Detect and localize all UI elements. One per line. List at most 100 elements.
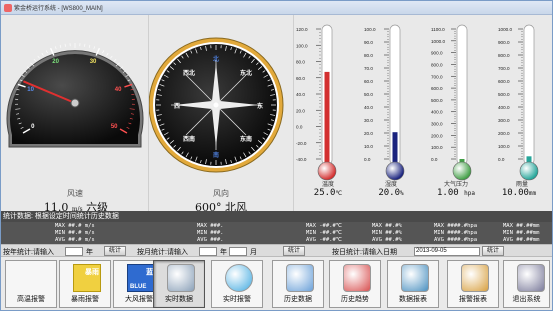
wind-speed-tick xyxy=(88,44,91,48)
rain-value: 10.00mm xyxy=(484,188,552,198)
year-input[interactable] xyxy=(65,247,83,256)
toolbar-button-2[interactable]: 暴雨暴雨报警 xyxy=(59,260,111,308)
toolbar-button-label: 实时数据 xyxy=(165,296,193,303)
stats-rain: MAX ##.##mm MIN ##.##mm AVG ##.##mm xyxy=(503,223,539,244)
stats-temp-avg: AVG -##.#℃ xyxy=(306,237,342,243)
pressure-tick-label: 300.0 xyxy=(431,122,443,127)
rain-label: 雨量 xyxy=(515,182,528,188)
wind-speed-tick xyxy=(110,55,113,59)
toolbar-button-8[interactable]: 数据报表 xyxy=(387,260,439,308)
humidity-thermometer: 100.0 90.0 80.0 70.0 60.0 50.0 40.0 30.0 20.0 10.… xyxy=(364,24,405,181)
stats-hum-avg: AVG ##.#% xyxy=(372,237,402,243)
humidity-tick-label: 60.0 xyxy=(364,79,373,84)
pressure-tick-label: 1100.0 xyxy=(431,27,445,32)
toolbar-button-7[interactable]: 历史趋势 xyxy=(329,260,381,308)
toolbar-button-9[interactable]: 报警报表 xyxy=(447,260,499,308)
stats-direction: MAX ###. MIN ###. AVG ###. xyxy=(197,223,224,244)
toolbar-button-4[interactable]: 实时数据 xyxy=(153,260,205,308)
stats-dir-avg: AVG ###. xyxy=(197,237,224,243)
stats-rain-max: MAX ##.##mm xyxy=(503,223,540,229)
month-year-input[interactable] xyxy=(199,247,217,256)
temperature-tick-label: 40.0 xyxy=(296,92,305,97)
function-toolbar: 高温报警 暴雨 暴雨报警蓝 BLUE 大风报警 实时数据 实时报警 历史数据 历史趋势 数据报表报… xyxy=(1,257,552,310)
stats-wind-avg: AVG ##.# m/s xyxy=(55,237,95,243)
stats-temperature: MAX -##.#℃ MIN -##.#℃ AVG -##.#℃ xyxy=(306,223,342,244)
compass-nw: 西北 xyxy=(183,69,195,77)
day-date-input[interactable]: 2013-09-05 xyxy=(414,247,480,256)
wind-speed-tick-label: 50 xyxy=(111,124,118,130)
temperature-tick-label: -40.0 xyxy=(296,157,307,162)
wind-speed-tick xyxy=(45,50,48,54)
stats-press-min: MIN ####.#hpa xyxy=(434,230,478,236)
rain-tick-label: 800.0 xyxy=(498,53,510,58)
high-temp-alarm-icon xyxy=(19,264,47,292)
wind-speed-tick xyxy=(102,50,105,54)
temperature-tick-label: -20.0 xyxy=(296,141,307,146)
year-suffix: 年 xyxy=(86,249,93,256)
stats-header: 统计数据: 根据设定时间统计历史数据 xyxy=(1,211,552,222)
month-stats-button[interactable]: 统计 xyxy=(283,246,305,256)
rainstorm-badge-text: 暴雨 xyxy=(85,269,99,276)
toolbar-button-6[interactable]: 历史数据 xyxy=(272,260,324,308)
main-window: 紫金桥运行系统 - [WS800_MAIN] 0 10 20 30 40 50 风速 xyxy=(0,0,553,311)
title-bar: 紫金桥运行系统 - [WS800_MAIN] xyxy=(1,1,552,15)
wind-speed-tick xyxy=(54,46,57,50)
stats-rain-avg: AVG ##.##mm xyxy=(503,237,540,243)
wind-speed-panel: 0 10 20 30 40 50 风速 11.0 m/s 六级 xyxy=(1,15,149,214)
rain-tick-label: 500.0 xyxy=(498,92,510,97)
rain-tick-label: 400.0 xyxy=(498,105,510,110)
toolbar-button-10[interactable]: 退出系统 xyxy=(503,260,550,308)
stats-wind: MAX ##.# m/s MIN ##.# m/s AVG ##.# m/s xyxy=(55,223,95,244)
toolbar-button-1[interactable]: 高温报警 xyxy=(5,260,57,308)
temperature-number: 25.0 xyxy=(313,188,336,198)
history-trend-icon xyxy=(343,264,371,292)
humidity-tick-label: 70.0 xyxy=(364,66,373,71)
humidity-tick-label: 20.0 xyxy=(364,131,373,136)
compass-n: 北 xyxy=(213,55,219,63)
rain-number: 10.00 xyxy=(501,188,529,198)
rain-tick-label: 900.0 xyxy=(498,40,510,45)
humidity-tick-label: 90.0 xyxy=(364,40,373,45)
day-stats-button[interactable]: 统计 xyxy=(482,246,504,256)
pressure-bulb xyxy=(452,161,472,181)
history-data-icon xyxy=(286,264,314,292)
stats-press-max: MAX ####.#hpa xyxy=(434,223,478,229)
rain-tick-label: 600.0 xyxy=(498,79,510,84)
humidity-tick-label: 30.0 xyxy=(364,118,373,123)
wind-direction-panel: 北 南 东 西 东北 西北 东南 西南 风向 600° 北风 xyxy=(149,15,294,214)
toolbar-button-label: 暴雨报警 xyxy=(71,296,99,303)
compass-e: 东 xyxy=(257,102,263,110)
pressure-label: 大气压力 xyxy=(443,182,468,188)
pressure-tick-label: 500.0 xyxy=(431,98,443,103)
realtime-alarm-icon xyxy=(225,264,253,292)
humidity-unit: % xyxy=(400,190,404,197)
pressure-thermometer: 1100.0 1000.0 900.0 800.0 700.0 600.0 500.0 400… xyxy=(431,24,472,181)
rain-tick-label: 200.0 xyxy=(498,131,510,136)
toolbar-button-label: 历史趋势 xyxy=(341,296,369,303)
compass-ne: 东北 xyxy=(240,69,252,77)
month-input[interactable] xyxy=(229,247,247,256)
compass: 北 南 东 西 东北 西北 东南 西南 xyxy=(149,37,284,173)
rain-tick-label: 700.0 xyxy=(498,66,510,71)
pressure-tick-label: 800.0 xyxy=(431,62,443,67)
year-stats-button[interactable]: 统计 xyxy=(104,246,126,256)
toolbar-button-5[interactable]: 实时报警 xyxy=(211,260,263,308)
realtime-data-icon xyxy=(167,264,195,292)
wind-speed-dial: 01020 304050 xyxy=(6,43,144,148)
compass-s: 南 xyxy=(213,151,219,159)
stats-hum-min: MIN ##.#% xyxy=(372,230,402,236)
wind-speed-tick-label: 10 xyxy=(27,87,34,93)
wind-speed-label: 风速 xyxy=(67,189,83,198)
wind-speed-tick xyxy=(64,43,66,47)
day-filter-label: 按日统计:请输入日期 xyxy=(332,249,397,256)
exit-icon xyxy=(517,264,545,292)
pressure-tick-label: 900.0 xyxy=(431,51,443,56)
wind-speed-tick-label: 20 xyxy=(52,59,59,65)
stats-wind-max: MAX ##.# m/s xyxy=(55,223,95,229)
temperature-tick-label: 0.0 xyxy=(296,125,303,130)
month-year-suffix: 年 xyxy=(220,249,227,256)
stats-dir-min: MIN ###. xyxy=(197,230,224,236)
toolbar-button-label: 退出系统 xyxy=(512,296,541,303)
temperature-tick-label: 100.0 xyxy=(296,43,308,48)
pressure-tick-label: 200.0 xyxy=(431,133,443,138)
